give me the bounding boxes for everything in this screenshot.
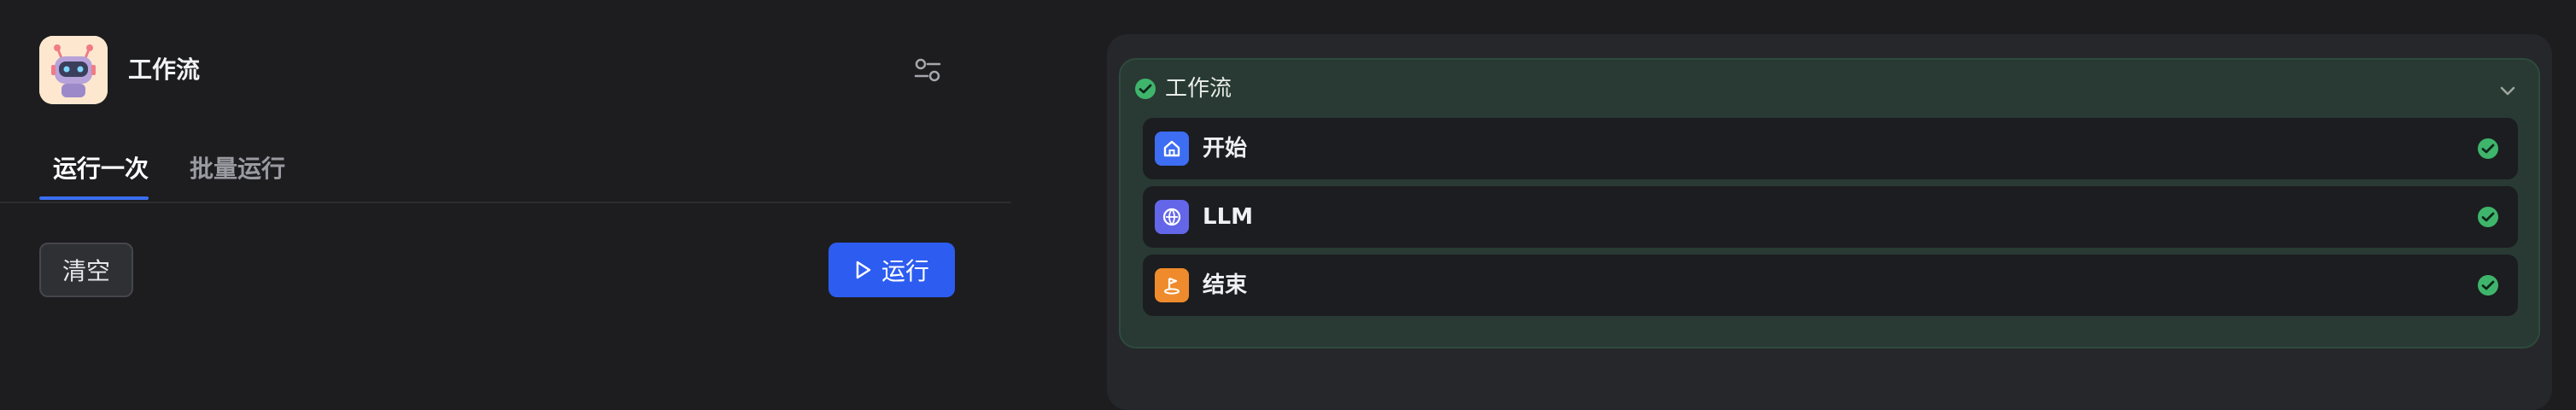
robot-avatar-icon: [39, 36, 108, 104]
clear-button-label: 清空: [61, 257, 110, 285]
settings-sliders-icon[interactable]: [910, 55, 945, 85]
workflow-title: 工作流: [1165, 76, 1232, 102]
tab-run-once[interactable]: 运行一次: [53, 150, 149, 188]
success-check-icon: [1135, 79, 1156, 99]
success-check-icon: [2478, 275, 2498, 296]
run-button-label: 运行: [881, 257, 929, 285]
play-icon: [856, 261, 871, 279]
llm-icon: [1155, 200, 1189, 234]
chevron-down-icon[interactable]: [2496, 79, 2520, 102]
run-button[interactable]: 运行: [828, 243, 955, 297]
run-mode-tabs: 运行一次 批量运行: [0, 138, 1011, 203]
node-label: 开始: [1203, 136, 1248, 161]
node-label: LLM: [1203, 204, 1254, 230]
run-panel: 工作流 运行一次 批量运行 清空 运行: [0, 0, 1011, 390]
home-icon: [1155, 132, 1189, 166]
workflow-node-llm[interactable]: LLM: [1143, 186, 2518, 248]
success-check-icon: [2478, 207, 2498, 227]
workflow-node-end[interactable]: 结束: [1143, 255, 2518, 316]
end-flag-icon: [1155, 268, 1189, 302]
tab-batch-run[interactable]: 批量运行: [190, 150, 285, 188]
app-title: 工作流: [128, 56, 201, 84]
workflow-node-start[interactable]: 开始: [1143, 118, 2518, 179]
workflow-header: 工作流: [1134, 70, 1232, 108]
node-label: 结束: [1203, 272, 1248, 298]
workflow-status-card: 工作流 开始 LLM 结束: [1119, 58, 2540, 348]
active-tab-indicator: [39, 196, 149, 200]
clear-button[interactable]: 清空: [39, 243, 133, 297]
success-check-icon: [2478, 138, 2498, 159]
result-panel: 工作流 开始 LLM 结束: [1107, 34, 2552, 410]
